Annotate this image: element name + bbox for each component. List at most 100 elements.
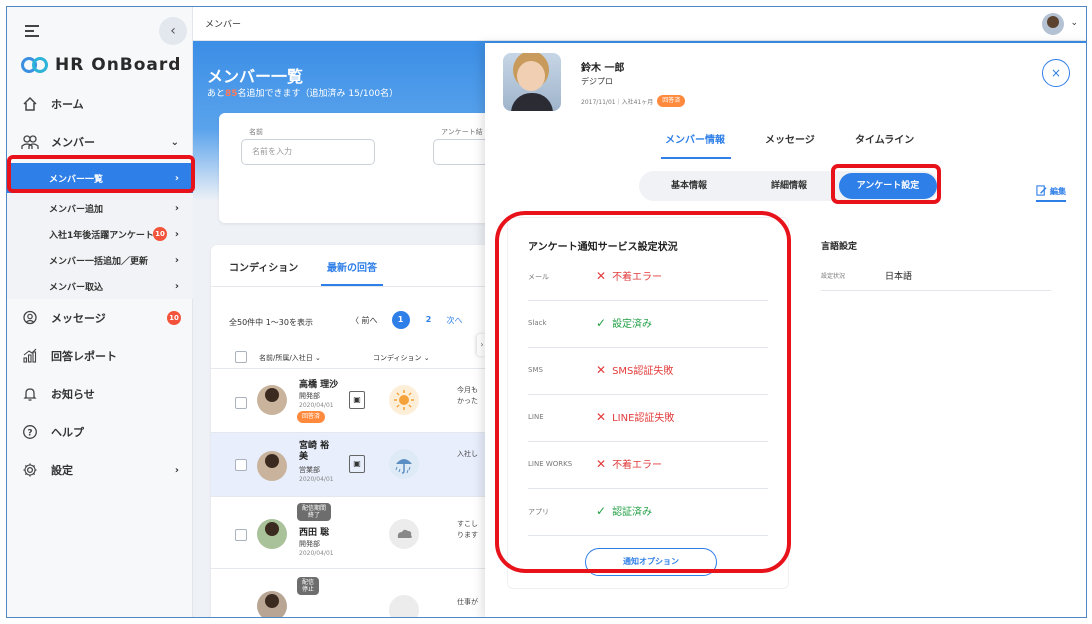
check-icon: ✓	[596, 504, 607, 518]
latest-answer-text: 今月も かった	[457, 386, 478, 405]
cross-icon: ✕	[596, 269, 607, 283]
channel-label: アプリ	[528, 508, 549, 516]
row-checkbox[interactable]	[235, 529, 247, 541]
row-checkbox[interactable]	[235, 397, 247, 409]
sidebar-item-members[interactable]: メンバー ⌄	[7, 123, 193, 161]
member-name[interactable]: 宮崎 裕 美	[299, 441, 329, 463]
member-company: デジプロ	[581, 77, 613, 86]
channel-label: Slack	[528, 319, 547, 327]
latest-answer-text: すこし ります	[457, 520, 478, 539]
delivery-status-badge: 配信期間 終了	[297, 503, 332, 521]
status-text: 不着エラー	[612, 272, 663, 283]
document-icon[interactable]: ▣	[349, 455, 365, 473]
check-icon: ✓	[596, 316, 607, 330]
table-row[interactable]: 配信期間 終了 西田 聡 開発部 2020/04/01 すこし ります	[211, 497, 511, 569]
join-info: 2017/11/01｜入社41ヶ月	[581, 98, 654, 106]
page-title: メンバー一覧	[207, 67, 304, 86]
menu-icon[interactable]	[25, 25, 39, 37]
page-2-button[interactable]: 2	[420, 311, 438, 329]
table-row[interactable]: 宮崎 裕 美 営業部 2020/04/01 ▣ 入社し	[211, 433, 511, 497]
status-text: 認証済み	[612, 507, 653, 518]
latest-answer-text: 入社し	[457, 450, 478, 458]
tab-timeline[interactable]: タイムライン	[855, 131, 914, 146]
sidebar-nav: ホーム メンバー ⌄ メンバー一覧 › メンバー追加 › 入社1年後活躍アンケー…	[7, 85, 193, 489]
tab-member-info[interactable]: メンバー情報	[665, 131, 725, 146]
tab-latest-answers[interactable]: 最新の回答	[327, 259, 377, 274]
next-page-button[interactable]: 次へ	[447, 315, 463, 326]
page-1-button[interactable]: 1	[391, 311, 410, 329]
sidebar-item-messages[interactable]: メッセージ 10	[7, 299, 193, 337]
chevron-down-icon: ⌄	[170, 136, 179, 148]
member-meta: 2017/11/01｜入社41ヶ月 回答済	[581, 95, 686, 107]
message-icon	[21, 309, 39, 327]
status-text: LINE認証失敗	[612, 413, 675, 424]
edit-button[interactable]: 編集	[1036, 185, 1066, 202]
top-bar: メンバー ⌄	[193, 7, 1086, 41]
sort-name-button[interactable]: 名前/所属/入社日 ⌄	[259, 353, 321, 363]
table-row[interactable]: 配信 停止 仕事が	[211, 569, 511, 617]
document-icon[interactable]: ▣	[349, 391, 365, 409]
member-name[interactable]: 高橋 理沙	[299, 377, 338, 390]
notify-row-sms: SMS ✕ SMS認証失敗	[528, 348, 768, 395]
sidebar-item-member-add[interactable]: メンバー追加 ›	[7, 195, 193, 221]
notification-status-title: アンケート通知サービス設定状況	[528, 242, 678, 253]
channel-status: ✕ LINE認証失敗	[596, 409, 674, 424]
list-tabs: コンディション 最新の回答	[211, 245, 511, 287]
select-all-checkbox[interactable]	[235, 351, 247, 363]
sidebar-item-notice[interactable]: お知らせ	[7, 375, 193, 413]
sort-condition-button[interactable]: コンディション ⌄	[373, 353, 430, 363]
sidebar-item-member-list[interactable]: メンバー一覧 ›	[7, 163, 193, 193]
user-avatar[interactable]	[1042, 13, 1064, 35]
channel-label: LINE WORKS	[528, 460, 573, 468]
channel-status: ✕ 不着エラー	[596, 268, 662, 283]
close-button[interactable]: ×	[1042, 59, 1070, 87]
segment-detail-info[interactable]: 詳細情報	[739, 171, 839, 201]
pagination: 〈 前へ 1 2 次へ	[351, 311, 463, 329]
channel-label: SMS	[528, 366, 543, 374]
settings-segmented-control: 基本情報 詳細情報 アンケート設定	[639, 171, 939, 201]
member-join-date: 2020/04/01	[299, 402, 334, 409]
row-checkbox[interactable]	[235, 459, 247, 471]
sidebar-item-import[interactable]: メンバー取込 ›	[7, 273, 193, 299]
chevron-down-icon[interactable]: ⌄	[1070, 18, 1078, 28]
table-row[interactable]: 高橋 理沙 開発部 2020/04/01 回答済 ▣ 今月も かった	[211, 369, 511, 433]
sidebar-item-home[interactable]: ホーム	[7, 85, 193, 123]
quota-suffix: 名追加できます（追加済み 15/100名）	[237, 89, 399, 99]
help-icon: ?	[21, 423, 39, 441]
segment-basic-info[interactable]: 基本情報	[639, 171, 739, 201]
sidebar-item-help[interactable]: ? ヘルプ	[7, 413, 193, 451]
logo: HR OnBoard	[21, 55, 181, 75]
avatar	[257, 451, 287, 481]
avatar	[257, 519, 287, 549]
cross-icon: ✕	[596, 363, 607, 377]
sidebar-item-report[interactable]: 回答レポート	[7, 337, 193, 375]
notify-row-app: アプリ ✓ 認証済み	[528, 489, 768, 536]
sidebar-item-survey[interactable]: 入社1年後活躍アンケート 10 ›	[7, 221, 193, 247]
cloudy-condition-icon	[389, 519, 419, 549]
latest-answer-text: 仕事が	[457, 598, 478, 606]
members-submenu: メンバー一覧 › メンバー追加 › 入社1年後活躍アンケート 10 › メンバー…	[7, 163, 193, 299]
channel-label: メール	[528, 273, 549, 281]
sidebar-item-settings[interactable]: 設定 ›	[7, 451, 193, 489]
sidebar-item-bulk-add[interactable]: メンバー一括追加／更新 ›	[7, 247, 193, 273]
notify-row-line: LINE ✕ LINE認証失敗	[528, 395, 768, 442]
notification-options-button[interactable]: 通知オプション	[585, 548, 717, 576]
member-name[interactable]: 西田 聡	[299, 525, 329, 538]
segment-survey-settings[interactable]: アンケート設定	[839, 173, 937, 199]
tab-condition[interactable]: コンディション	[229, 259, 298, 274]
member-list-card: コンディション 最新の回答 全50件中 1〜30を表示 〈 前へ 1 2 次へ …	[211, 245, 511, 617]
name-search-input[interactable]: 名前を入力	[241, 139, 375, 165]
chevron-right-icon: ›	[174, 254, 179, 266]
tab-messages[interactable]: メッセージ	[765, 131, 815, 146]
status-text: 設定済み	[612, 319, 653, 330]
avatar	[257, 591, 287, 617]
sidebar: ‹ HR OnBoard ホーム メンバー ⌄ メンバー一覧 › メンバー追加 …	[7, 7, 193, 617]
survey-filter-label: アンケート結	[441, 128, 483, 136]
collapse-sidebar-button[interactable]: ‹	[159, 17, 187, 45]
prev-page-button[interactable]: 〈 前へ	[351, 315, 378, 326]
status-text: 不着エラー	[612, 460, 663, 471]
member-photo	[503, 53, 561, 111]
channel-status: ✓ 認証済み	[596, 503, 652, 518]
logo-icon	[21, 57, 49, 73]
member-detail-panel: 鈴木 一郎 デジプロ 2017/11/01｜入社41ヶ月 回答済 × メンバー情…	[485, 43, 1086, 617]
